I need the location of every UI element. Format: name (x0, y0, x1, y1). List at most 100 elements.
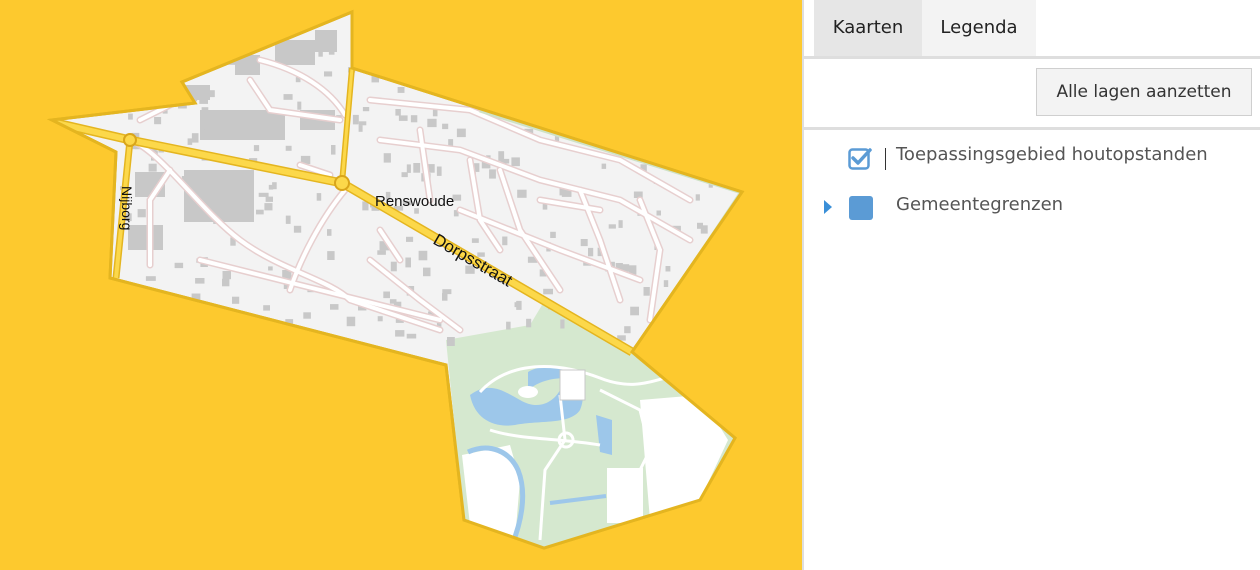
building (489, 169, 496, 179)
layer-color-square-icon (849, 196, 873, 220)
building (195, 278, 205, 284)
building (209, 90, 215, 98)
building (406, 333, 417, 339)
building (264, 203, 273, 211)
building (383, 153, 391, 163)
building (327, 229, 332, 236)
building (137, 209, 146, 218)
building (442, 123, 449, 130)
building (285, 215, 291, 224)
tab-kaarten[interactable]: Kaarten (814, 0, 922, 56)
building (447, 337, 455, 346)
building (436, 166, 442, 176)
building (285, 145, 292, 151)
layer-toolbar: Alle lagen aanzetten (804, 59, 1260, 130)
street-label-nijborg: Nijborg (119, 186, 135, 230)
building (502, 236, 508, 246)
building (588, 247, 594, 257)
building (383, 291, 390, 299)
building (191, 133, 199, 143)
building (471, 238, 479, 243)
building (263, 305, 270, 311)
tab-legenda[interactable]: Legenda (922, 0, 1036, 56)
building (700, 225, 708, 234)
roundabout (123, 133, 137, 147)
building (601, 163, 607, 169)
building (618, 220, 623, 228)
building (148, 163, 157, 172)
panel-tabs: Kaarten Legenda (804, 0, 1260, 56)
park-building (559, 369, 586, 401)
building (389, 299, 397, 304)
building (265, 196, 273, 202)
building (456, 128, 466, 138)
building (630, 306, 639, 316)
building (514, 302, 520, 308)
building (283, 94, 293, 100)
building (624, 326, 631, 334)
building (199, 94, 208, 104)
building (174, 262, 184, 269)
building (231, 131, 236, 139)
building (377, 316, 383, 322)
building (324, 71, 333, 77)
building (222, 278, 230, 287)
building (316, 193, 322, 201)
building (423, 267, 431, 277)
building (406, 164, 411, 173)
building (397, 87, 405, 93)
building (293, 225, 302, 233)
layer-separator (885, 148, 886, 170)
building (608, 224, 616, 229)
building (427, 118, 437, 128)
building (410, 115, 418, 123)
building (268, 266, 273, 271)
building (232, 296, 240, 304)
building (526, 318, 532, 328)
building (200, 110, 285, 140)
building (352, 114, 359, 125)
building (145, 276, 156, 281)
expand-caret-icon[interactable] (824, 200, 832, 214)
building (401, 172, 408, 178)
map-canvas[interactable]: Renswoude Dorpsstraat Nijborg (0, 0, 802, 570)
building (201, 107, 209, 112)
building (543, 288, 553, 295)
island (518, 386, 538, 398)
building (550, 231, 556, 238)
building (204, 129, 212, 138)
layer-item-gemeentegrenzen[interactable]: Gemeentegrenzen (804, 186, 1260, 226)
building (695, 194, 700, 201)
building (442, 293, 448, 301)
map-view[interactable]: Renswoude Dorpsstraat Nijborg (0, 0, 802, 570)
building (663, 280, 669, 287)
all-layers-on-button[interactable]: Alle lagen aanzetten (1036, 68, 1252, 116)
building (187, 138, 193, 145)
building (258, 192, 269, 197)
building (643, 287, 650, 296)
building (268, 184, 274, 190)
field-rectangle (607, 468, 643, 523)
building (346, 316, 356, 327)
building (358, 121, 367, 126)
building (395, 330, 405, 337)
building (256, 209, 264, 215)
layer-panel: Kaarten Legenda Alle lagen aanzetten Toe… (802, 0, 1260, 570)
building (202, 117, 211, 123)
roundabout (334, 175, 350, 191)
layer-item-toepassingsgebied[interactable]: Toepassingsgebied houtopstanden (804, 136, 1260, 176)
building (128, 113, 133, 120)
building (362, 107, 370, 112)
building (656, 210, 661, 216)
building (390, 261, 397, 272)
building (398, 115, 408, 121)
building (560, 319, 565, 329)
building (253, 145, 260, 152)
building (260, 113, 267, 120)
building (303, 312, 311, 319)
building (222, 271, 231, 280)
checkbox-checked-icon[interactable] (848, 146, 872, 170)
building (665, 266, 671, 272)
building (506, 321, 511, 330)
place-label: Renswoude (375, 193, 454, 210)
